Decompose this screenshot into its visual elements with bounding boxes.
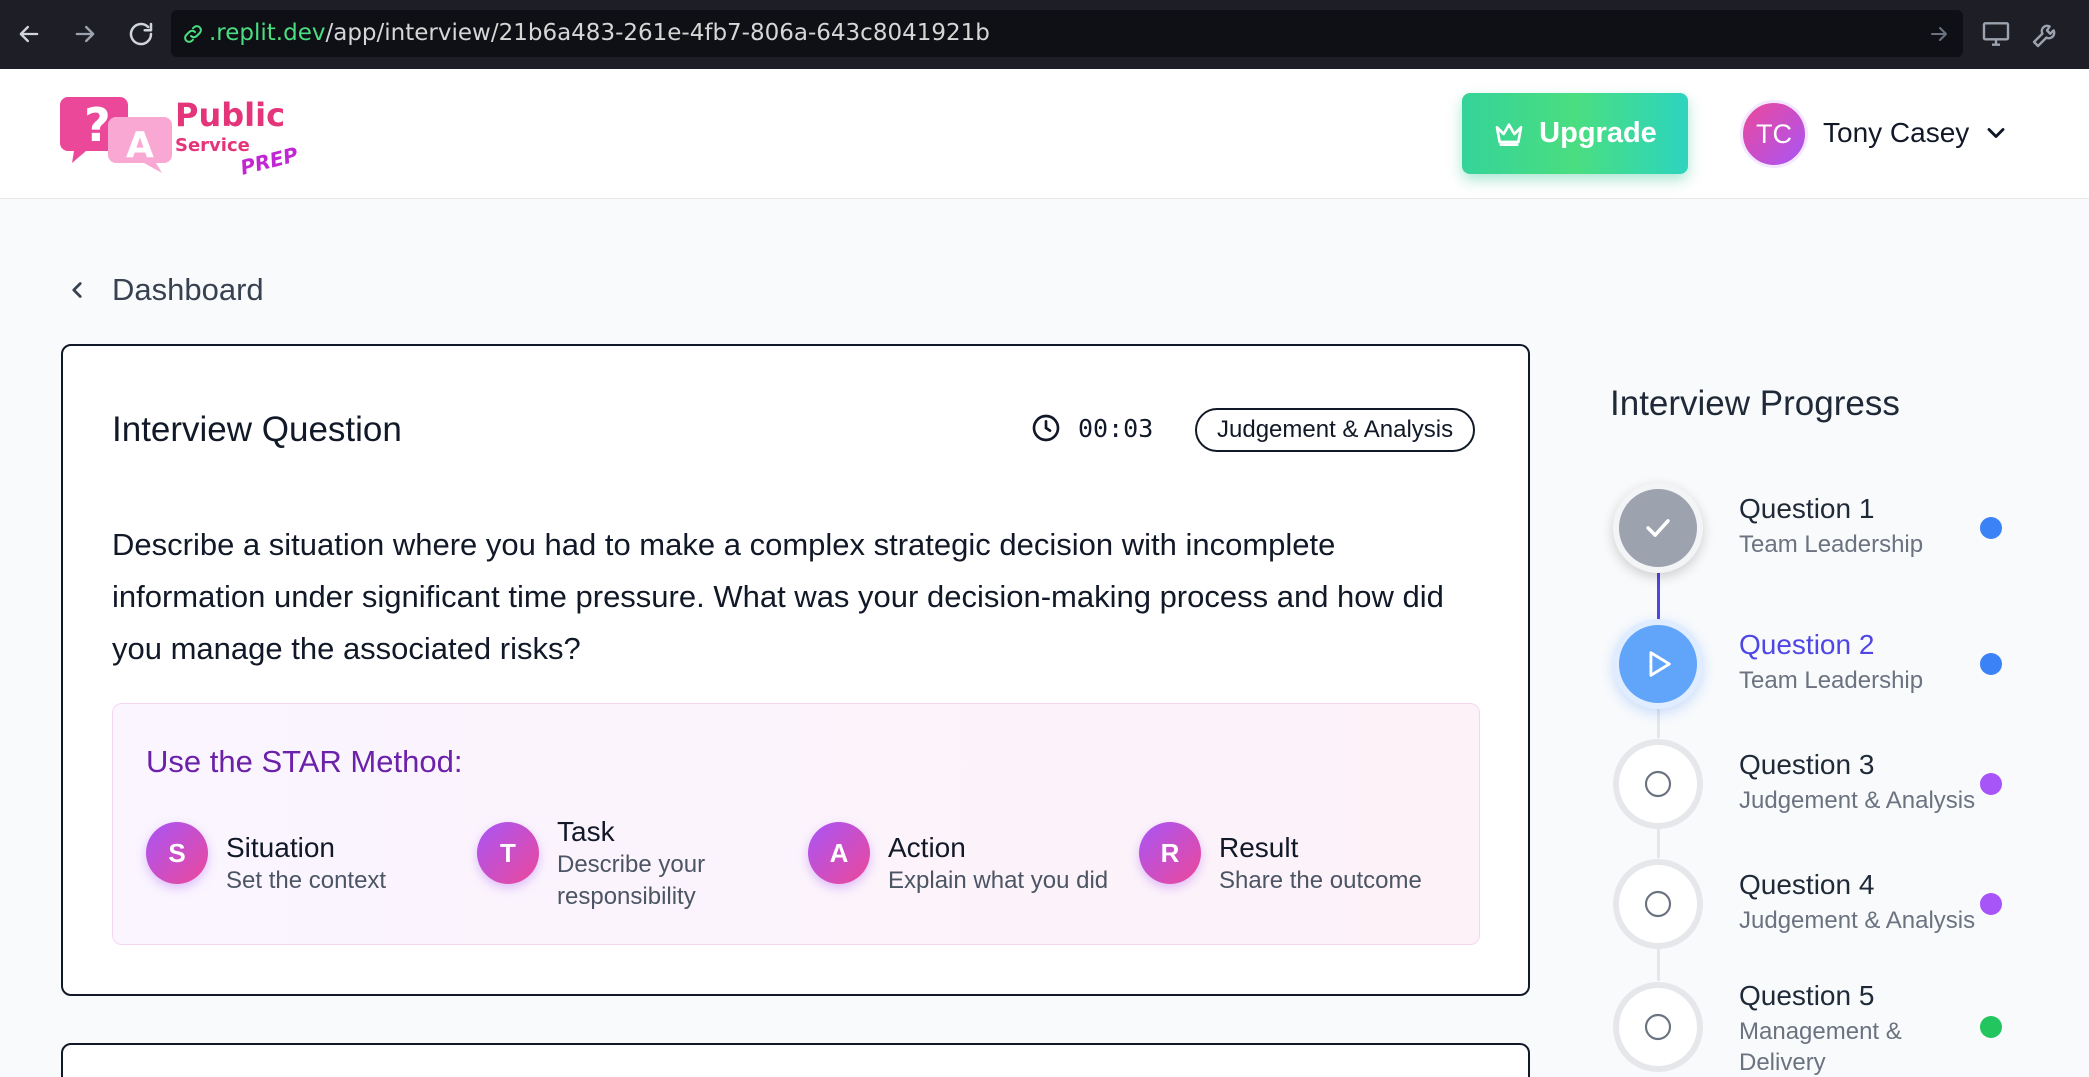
timer: 00:03 [1030,412,1153,444]
star-heading: Use the STAR Method: [146,744,463,779]
logo-word-service: Service [175,135,250,156]
star-item-title: Action [888,832,966,863]
category-color-dot [1980,653,2002,675]
category-color-dot [1980,893,2002,915]
link-icon [184,25,202,43]
star-item-desc: Set the context [226,867,387,894]
progress-item-question-5[interactable]: Question 5 Management & Delivery [1613,980,2063,1076]
upgrade-label: Upgrade [1539,117,1657,149]
url-text: .replit.dev/app/interview/21b6a483-261e-… [209,10,990,57]
svg-text:A: A [126,125,154,166]
star-method-panel: Use the STAR Method: S Situation Set the… [112,703,1480,945]
star-item-desc: Share the outcome [1219,867,1422,894]
monitor-icon[interactable] [1980,18,2012,50]
progress-connector [1657,828,1660,858]
progress-status-completed [1613,483,1703,573]
progress-item-question-2[interactable]: Question 2 Team Leadership [1613,619,2063,709]
progress-status-upcoming [1613,859,1703,949]
progress-item-category: Team Leadership [1739,531,1924,558]
star-item-title: Task [557,816,615,847]
answer-card [61,1043,1530,1077]
star-item-action: A Action Explain what you did [808,822,1108,897]
category-color-dot [1980,517,2002,539]
progress-item-question-4[interactable]: Question 4 Judgement & Analysis [1613,859,2063,949]
progress-status-upcoming [1613,739,1703,829]
reload-icon[interactable] [121,14,161,54]
category-color-dot [1980,1016,2002,1038]
progress-status-current [1613,619,1703,709]
chevron-down-icon[interactable] [1982,119,2010,147]
timer-value: 00:03 [1078,413,1154,443]
address-bar[interactable]: .replit.dev/app/interview/21b6a483-261e-… [171,10,1963,57]
star-item-task: T Task Describe your responsibility [477,816,727,913]
chevron-left-icon [72,282,82,298]
question-card-title: Interview Question [112,410,402,449]
progress-item-category: Team Leadership [1739,667,1924,694]
progress-item-category: Judgement & Analysis [1739,787,1976,814]
progress-connector [1657,708,1660,738]
browser-toolbar: .replit.dev/app/interview/21b6a483-261e-… [0,0,2089,69]
play-icon [1649,651,1671,677]
breadcrumb-label: Dashboard [112,272,264,307]
avatar[interactable]: TC [1740,100,1808,168]
star-letter-badge: A [808,822,870,884]
progress-item-label: Question 1 [1739,493,1875,524]
progress-item-question-1[interactable]: Question 1 Team Leadership [1613,483,2063,573]
question-card: Interview Question 00:03 Judgement & Ana… [61,344,1530,996]
crown-icon [1495,122,1523,146]
check-icon [1646,519,1670,537]
circle-icon [1644,890,1672,918]
progress-status-upcoming [1613,982,1703,1072]
logo-word-public: Public [175,96,286,134]
user-name[interactable]: Tony Casey [1823,117,1969,149]
star-item-situation: S Situation Set the context [146,822,386,897]
upgrade-button[interactable]: Upgrade [1462,93,1688,174]
url-path: /app/interview/21b6a483-261e-4fb7-806a-6… [325,20,990,46]
url-host: .replit.dev [209,20,326,46]
logo[interactable]: ? A Public Service PREP [60,93,300,193]
forward-arrow-icon[interactable] [65,14,105,54]
progress-item-category: Judgement & Analysis [1739,907,1976,934]
star-item-result: R Result Share the outcome [1139,822,1422,897]
star-item-desc: Explain what you did [888,867,1109,894]
app-header: ? A Public Service PREP Upgrade TC Tony … [0,69,2089,199]
category-badge: Judgement & Analysis [1195,408,1476,452]
star-item-title: Result [1219,832,1299,863]
question-text: Describe a situation where you had to ma… [112,527,1444,666]
progress-item-label: Question 2 [1739,629,1875,660]
category-color-dot [1980,773,2002,795]
back-to-dashboard-link[interactable]: Dashboard [64,270,264,310]
svg-text:?: ? [84,98,111,152]
progress-item-category: Management & Delivery [1739,1018,1902,1076]
go-arrow-icon[interactable] [1927,22,1951,46]
logo-bubble-icon: ? A [60,97,172,173]
wrench-icon[interactable] [2030,18,2062,50]
clock-icon [1032,414,1060,442]
progress-item-label: Question 5 [1739,980,1875,1011]
progress-title: Interview Progress [1610,384,1900,423]
circle-icon [1644,1013,1672,1041]
back-arrow-icon[interactable] [9,14,49,54]
circle-icon [1644,770,1672,798]
star-item-title: Situation [226,832,335,863]
star-letter-badge: T [477,822,539,884]
progress-item-label: Question 4 [1739,869,1875,900]
star-letter-badge: R [1139,822,1201,884]
star-item-desc: Describe your responsibility [557,851,706,910]
progress-item-label: Question 3 [1739,749,1875,780]
progress-connector [1657,948,1660,981]
star-letter-badge: S [146,822,208,884]
progress-item-question-3[interactable]: Question 3 Judgement & Analysis [1613,739,2063,829]
